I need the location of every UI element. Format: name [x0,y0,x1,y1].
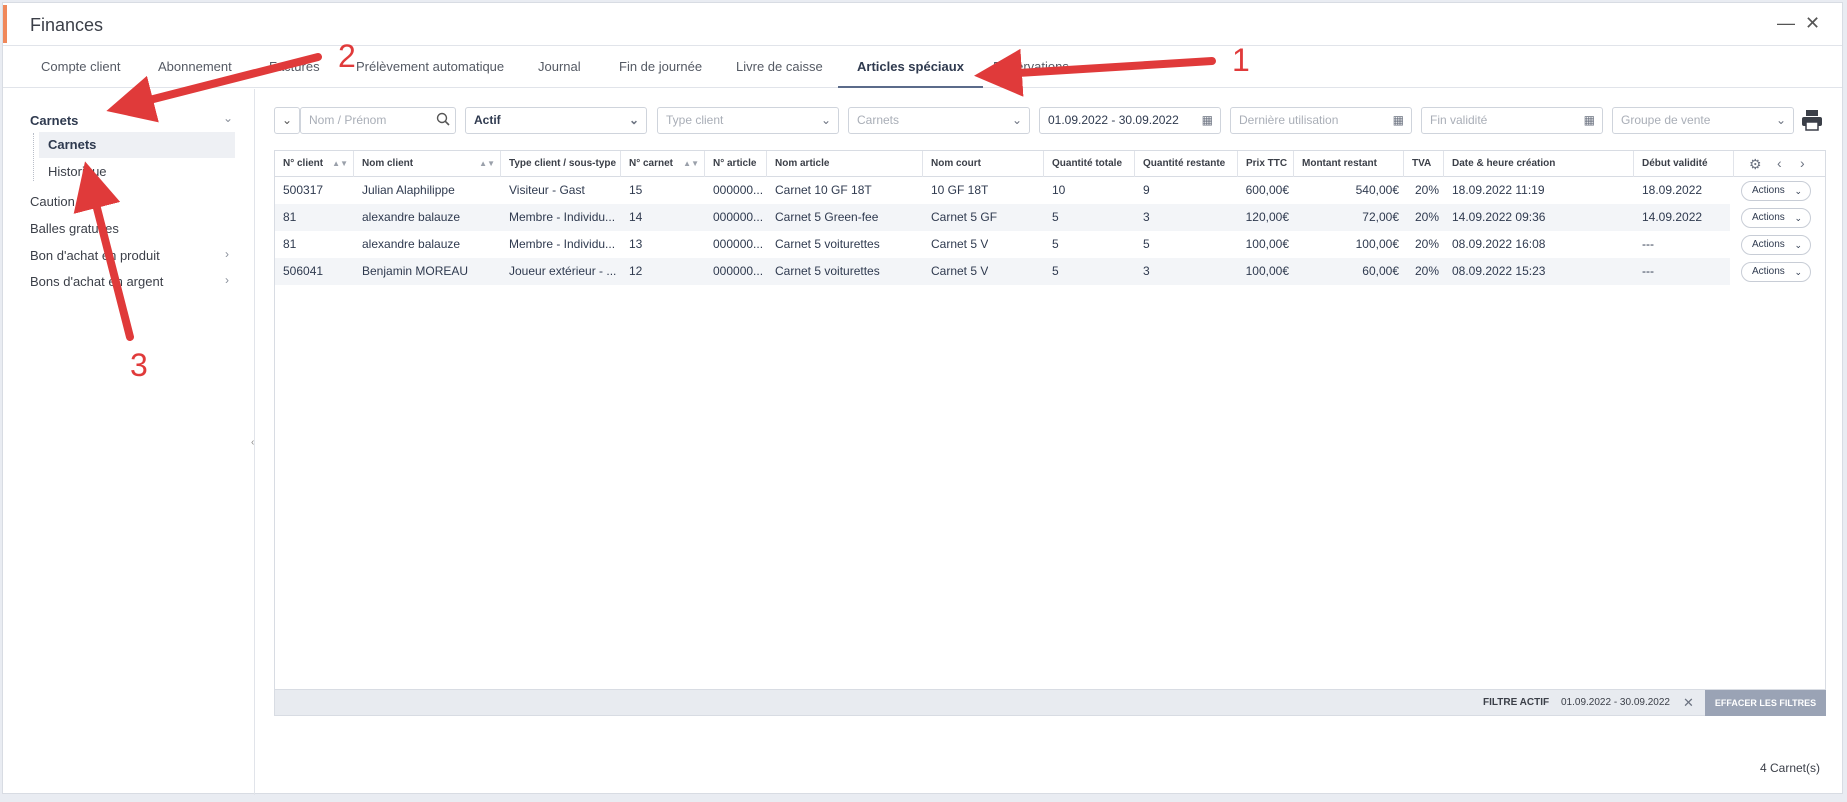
annotation-arrow-3 [73,161,134,341]
annotation-arrow-1 [974,48,1216,97]
annotation-arrow-2 [106,53,322,123]
annotation-label-2: 2 [338,38,356,74]
annotation-arrows [73,48,1216,341]
annotation-label-3: 3 [130,347,148,383]
annotation-label-1: 1 [1232,42,1250,78]
